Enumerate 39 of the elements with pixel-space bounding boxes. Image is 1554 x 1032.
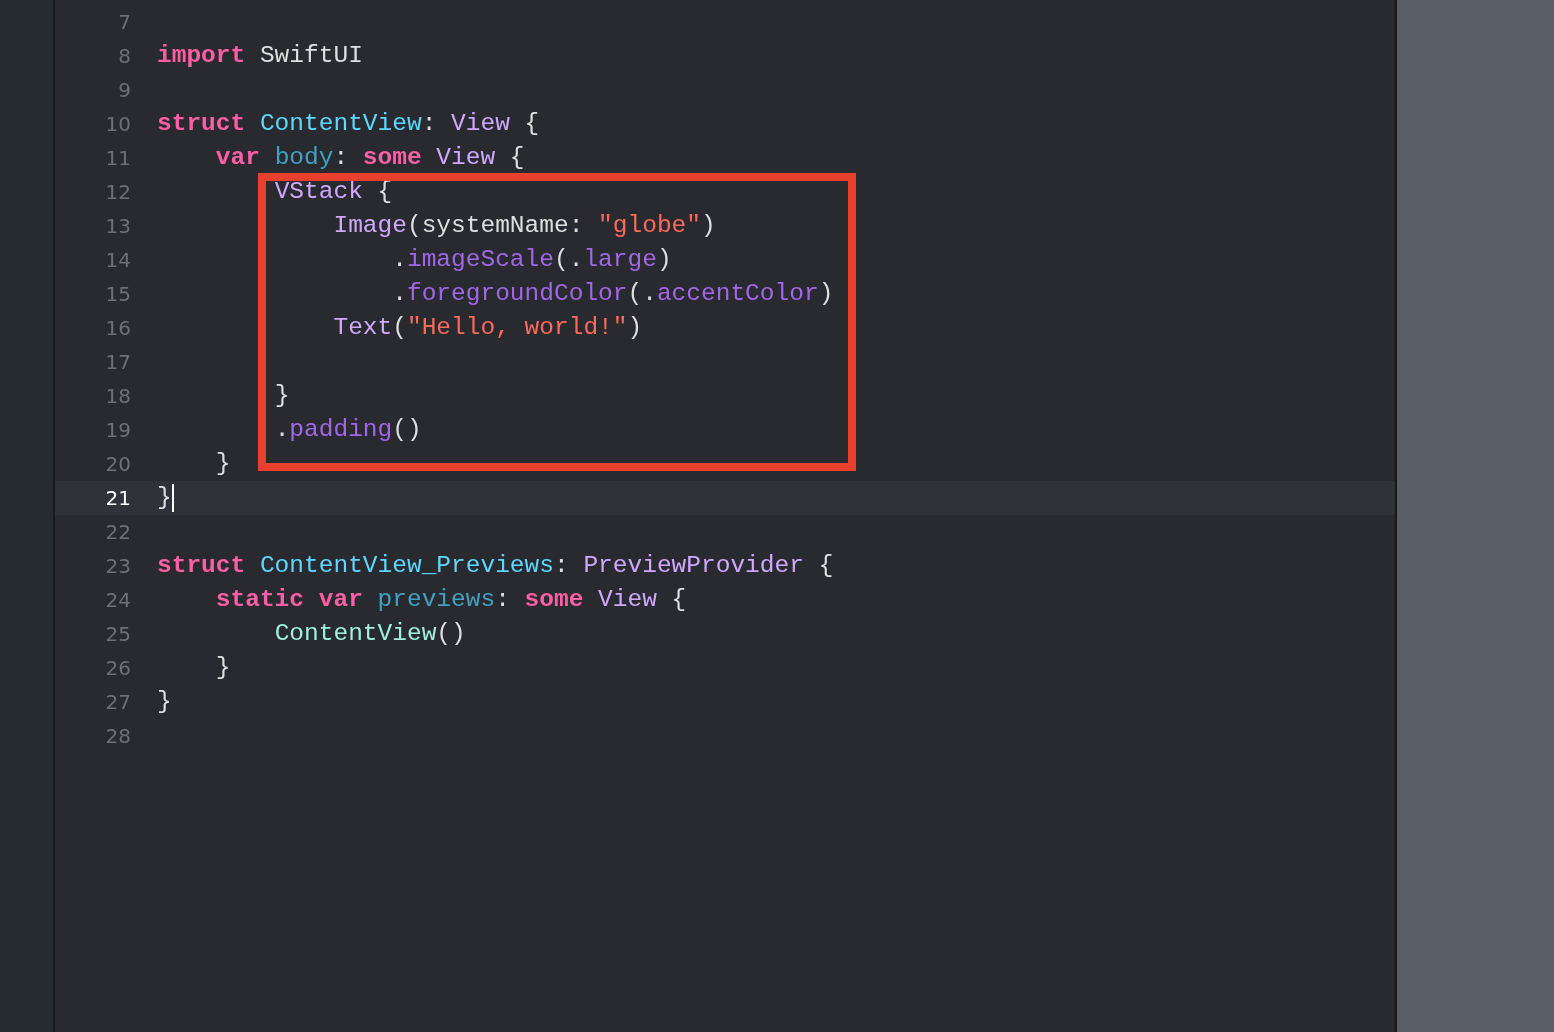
line-number: 19 <box>104 417 131 444</box>
code-line: struct ContentView_Previews: PreviewProvider { <box>157 552 834 580</box>
code-line: struct ContentView: View { <box>157 110 540 138</box>
line-number: 10 <box>104 111 131 138</box>
line-number: 27 <box>104 689 131 716</box>
code-line: } <box>157 688 172 716</box>
code-line: .imageScale(.large) <box>392 246 672 274</box>
line-number: 28 <box>104 723 131 750</box>
code-line: ContentView() <box>274 620 466 648</box>
line-number: 12 <box>104 179 131 206</box>
line-number: 21 <box>104 485 131 512</box>
line-number: 17 <box>104 349 131 376</box>
line-number: 18 <box>104 383 131 410</box>
code-line: } <box>215 450 231 478</box>
line-number: 24 <box>104 587 131 614</box>
line-number: 16 <box>104 315 131 342</box>
code-line: import SwiftUI <box>157 42 363 70</box>
line-number: 26 <box>104 655 131 682</box>
line-number: 9 <box>117 77 131 104</box>
line-number: 23 <box>104 553 131 580</box>
code-line: Text("Hello, world!") <box>333 314 643 342</box>
line-number: 8 <box>117 43 131 70</box>
line-number: 15 <box>104 281 131 308</box>
text-cursor <box>171 484 174 512</box>
line-number: 11 <box>104 145 131 172</box>
code-line: } <box>274 382 290 410</box>
line-number: 13 <box>104 213 131 240</box>
code-line: .padding() <box>274 416 422 444</box>
line-number: 14 <box>104 247 131 274</box>
code-line: .foregroundColor(.accentColor) <box>392 280 834 308</box>
code-line: var body: some View { <box>215 144 525 172</box>
code-line: } <box>157 484 172 512</box>
code-line: Image(systemName: "globe") <box>333 212 716 240</box>
line-number: 20 <box>104 451 131 478</box>
code-line: static var previews: some View { <box>215 586 687 614</box>
code-line: } <box>215 654 231 682</box>
line-number: 7 <box>117 9 131 36</box>
line-number: 25 <box>104 621 131 648</box>
line-number: 22 <box>104 519 131 546</box>
